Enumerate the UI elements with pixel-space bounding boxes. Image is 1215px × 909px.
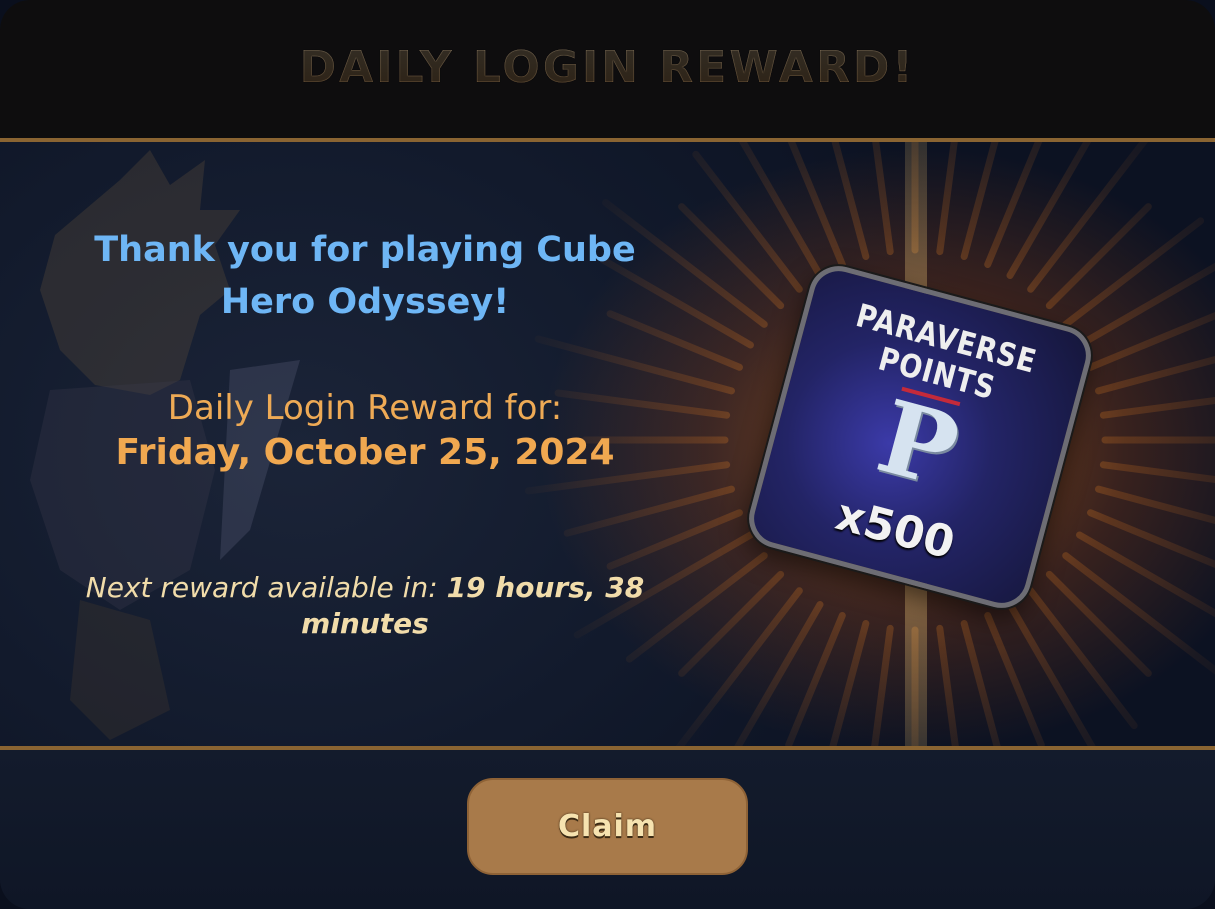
- thanks-message: Thank you for playing Cube Hero Odyssey!: [40, 224, 690, 328]
- dialog-title: DAILY LOGIN REWARD!: [299, 41, 916, 93]
- dialog-footer: Claim: [0, 750, 1215, 909]
- next-reward-timer: Next reward available in: 19 hours, 38 m…: [40, 570, 690, 642]
- dialog-content: Thank you for playing Cube Hero Odyssey!…: [0, 142, 1215, 746]
- thanks-line-2: Hero Odyssey!: [220, 282, 510, 322]
- next-reward-value: 19 hours, 38: [446, 571, 645, 604]
- reward-item-card: PARAVERSE POINTS P x500: [742, 259, 1098, 615]
- reward-label: Daily Login Reward for:: [167, 388, 563, 428]
- dialog-header: DAILY LOGIN REWARD!: [0, 0, 1215, 142]
- claim-button-label: Claim: [557, 809, 658, 844]
- next-reward-value-minutes: minutes: [301, 607, 429, 640]
- claim-button[interactable]: Claim: [467, 778, 748, 875]
- reward-date: Friday, October 25, 2024: [115, 432, 615, 473]
- reward-message: Thank you for playing Cube Hero Odyssey!…: [40, 142, 690, 746]
- thanks-line-1: Thank you for playing Cube: [94, 230, 636, 270]
- daily-reward-dialog: DAILY LOGIN REWARD! Thank you for playin…: [0, 0, 1215, 909]
- next-reward-label: Next reward available in:: [85, 571, 438, 604]
